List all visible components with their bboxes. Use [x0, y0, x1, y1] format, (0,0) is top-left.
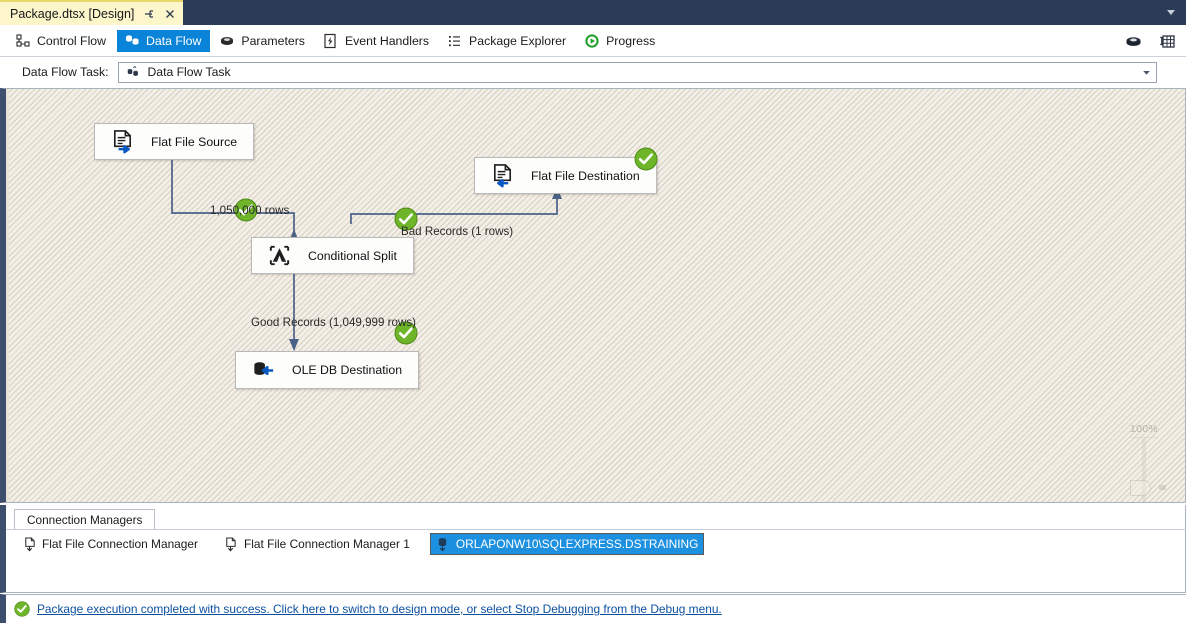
tab-data-flow[interactable]: Data Flow: [117, 29, 211, 52]
canvas-surface[interactable]: Flat File Source Flat File Destination C…: [6, 89, 1185, 502]
connection-manager-ole-db-label: ORLAPONW10\SQLEXPRESS.DSTRAINING: [455, 537, 699, 551]
node-flat-file-destination[interactable]: Flat File Destination: [474, 157, 657, 194]
package-explorer-icon: [446, 32, 463, 49]
flat-file-connection-icon: [22, 536, 36, 552]
data-flow-task-label: Data Flow Task:: [22, 65, 109, 79]
data-flow-canvas[interactable]: Flat File Source Flat File Destination C…: [0, 88, 1186, 503]
parameters-package-icon[interactable]: [1123, 31, 1143, 51]
progress-icon: [583, 32, 600, 49]
tab-data-flow-label: Data Flow: [146, 33, 202, 48]
ole-db-destination-icon: [250, 357, 276, 383]
execution-status-message[interactable]: Package execution completed with success…: [37, 602, 722, 616]
execution-status-bar: Package execution completed with success…: [0, 594, 1186, 623]
document-tab-strip: Package.dtsx [Design]: [0, 0, 1186, 25]
connection-managers-pane: Connection Managers Flat File Connection…: [0, 505, 1186, 593]
document-tab-title: Package.dtsx [Design]: [10, 6, 135, 21]
tab-control-flow-label: Control Flow: [37, 33, 107, 48]
zoom-slider-thumb[interactable]: [1130, 480, 1151, 496]
tab-progress-label: Progress: [606, 33, 656, 48]
control-flow-icon: [14, 32, 31, 49]
success-check-icon: [14, 601, 30, 617]
chevron-down-icon[interactable]: [1137, 63, 1156, 82]
event-handlers-icon: [322, 32, 339, 49]
document-tab-package-dtsx[interactable]: Package.dtsx [Design]: [0, 0, 184, 25]
path-label-good-records: Good Records (1,049,999 rows): [251, 316, 416, 329]
zoom-percent-label: 100%: [1130, 423, 1159, 435]
tab-parameters[interactable]: Parameters: [212, 30, 314, 52]
close-icon[interactable]: [163, 7, 176, 20]
connection-managers-list: Flat File Connection Manager Flat File C…: [16, 533, 718, 555]
node-ole-db-destination[interactable]: OLE DB Destination: [235, 351, 420, 389]
connection-manager-flat-file-1-label: Flat File Connection Manager 1: [243, 537, 410, 551]
ssis-data-flow-designer: Package.dtsx [Design] Control Flow Data …: [0, 0, 1186, 623]
conditional-split-icon: [266, 243, 292, 269]
tab-progress[interactable]: Progress: [577, 30, 664, 52]
node-ole-db-destination-label: OLE DB Destination: [292, 363, 403, 377]
designer-toolbar-right: [1123, 25, 1176, 57]
status-badge-flat-file-destination: [634, 147, 658, 171]
data-flow-task-dropdown[interactable]: Data Flow Task: [118, 61, 1157, 83]
node-flat-file-source-label: Flat File Source: [151, 134, 238, 149]
data-flow-task-value: Data Flow Task: [147, 65, 231, 79]
tab-event-handlers-label: Event Handlers: [344, 33, 430, 48]
connection-managers-tab-label: Connection Managers: [27, 512, 143, 527]
connection-managers-divider: [6, 529, 1186, 530]
ole-db-connection-icon: [436, 536, 450, 552]
node-conditional-split[interactable]: Conditional Split: [251, 237, 414, 274]
designer-tab-row: Control Flow Data Flow Parameters Event …: [0, 25, 1186, 57]
node-conditional-split-label: Conditional Split: [308, 248, 397, 263]
data-flow-task-icon: [125, 65, 140, 80]
variables-grid-icon[interactable]: [1156, 31, 1176, 51]
data-flow-task-bar: Data Flow Task: Data Flow Task: [0, 57, 1186, 87]
path-label-source-to-split: 1,050,000 rows: [210, 204, 290, 217]
tab-event-handlers[interactable]: Event Handlers: [316, 30, 438, 52]
connection-manager-flat-file[interactable]: Flat File Connection Manager: [16, 533, 204, 555]
connection-manager-flat-file-label: Flat File Connection Manager: [42, 537, 198, 551]
node-flat-file-source[interactable]: Flat File Source: [94, 123, 255, 160]
zoom-slider-marker: [1159, 485, 1166, 490]
tabstrip-overflow-chevron-down-icon[interactable]: [1164, 5, 1178, 19]
connection-manager-ole-db[interactable]: ORLAPONW10\SQLEXPRESS.DSTRAINING: [429, 533, 705, 555]
pin-icon[interactable]: [142, 7, 155, 20]
flat-file-source-icon: [109, 129, 135, 155]
flat-file-connection-icon: [224, 536, 238, 552]
path-label-bad-records: Bad Records (1 rows): [401, 225, 514, 238]
connection-manager-flat-file-1[interactable]: Flat File Connection Manager 1: [218, 533, 416, 555]
tab-control-flow[interactable]: Control Flow: [8, 30, 115, 52]
flat-file-destination-icon: [489, 163, 515, 189]
tab-package-explorer[interactable]: Package Explorer: [440, 30, 575, 52]
parameters-icon: [218, 32, 235, 49]
connection-managers-tab[interactable]: Connection Managers: [14, 509, 156, 529]
tab-parameters-label: Parameters: [241, 33, 305, 48]
data-flow-icon: [123, 32, 140, 49]
tab-package-explorer-label: Package Explorer: [469, 33, 567, 48]
zoom-slider-top-tick: [1130, 437, 1158, 438]
